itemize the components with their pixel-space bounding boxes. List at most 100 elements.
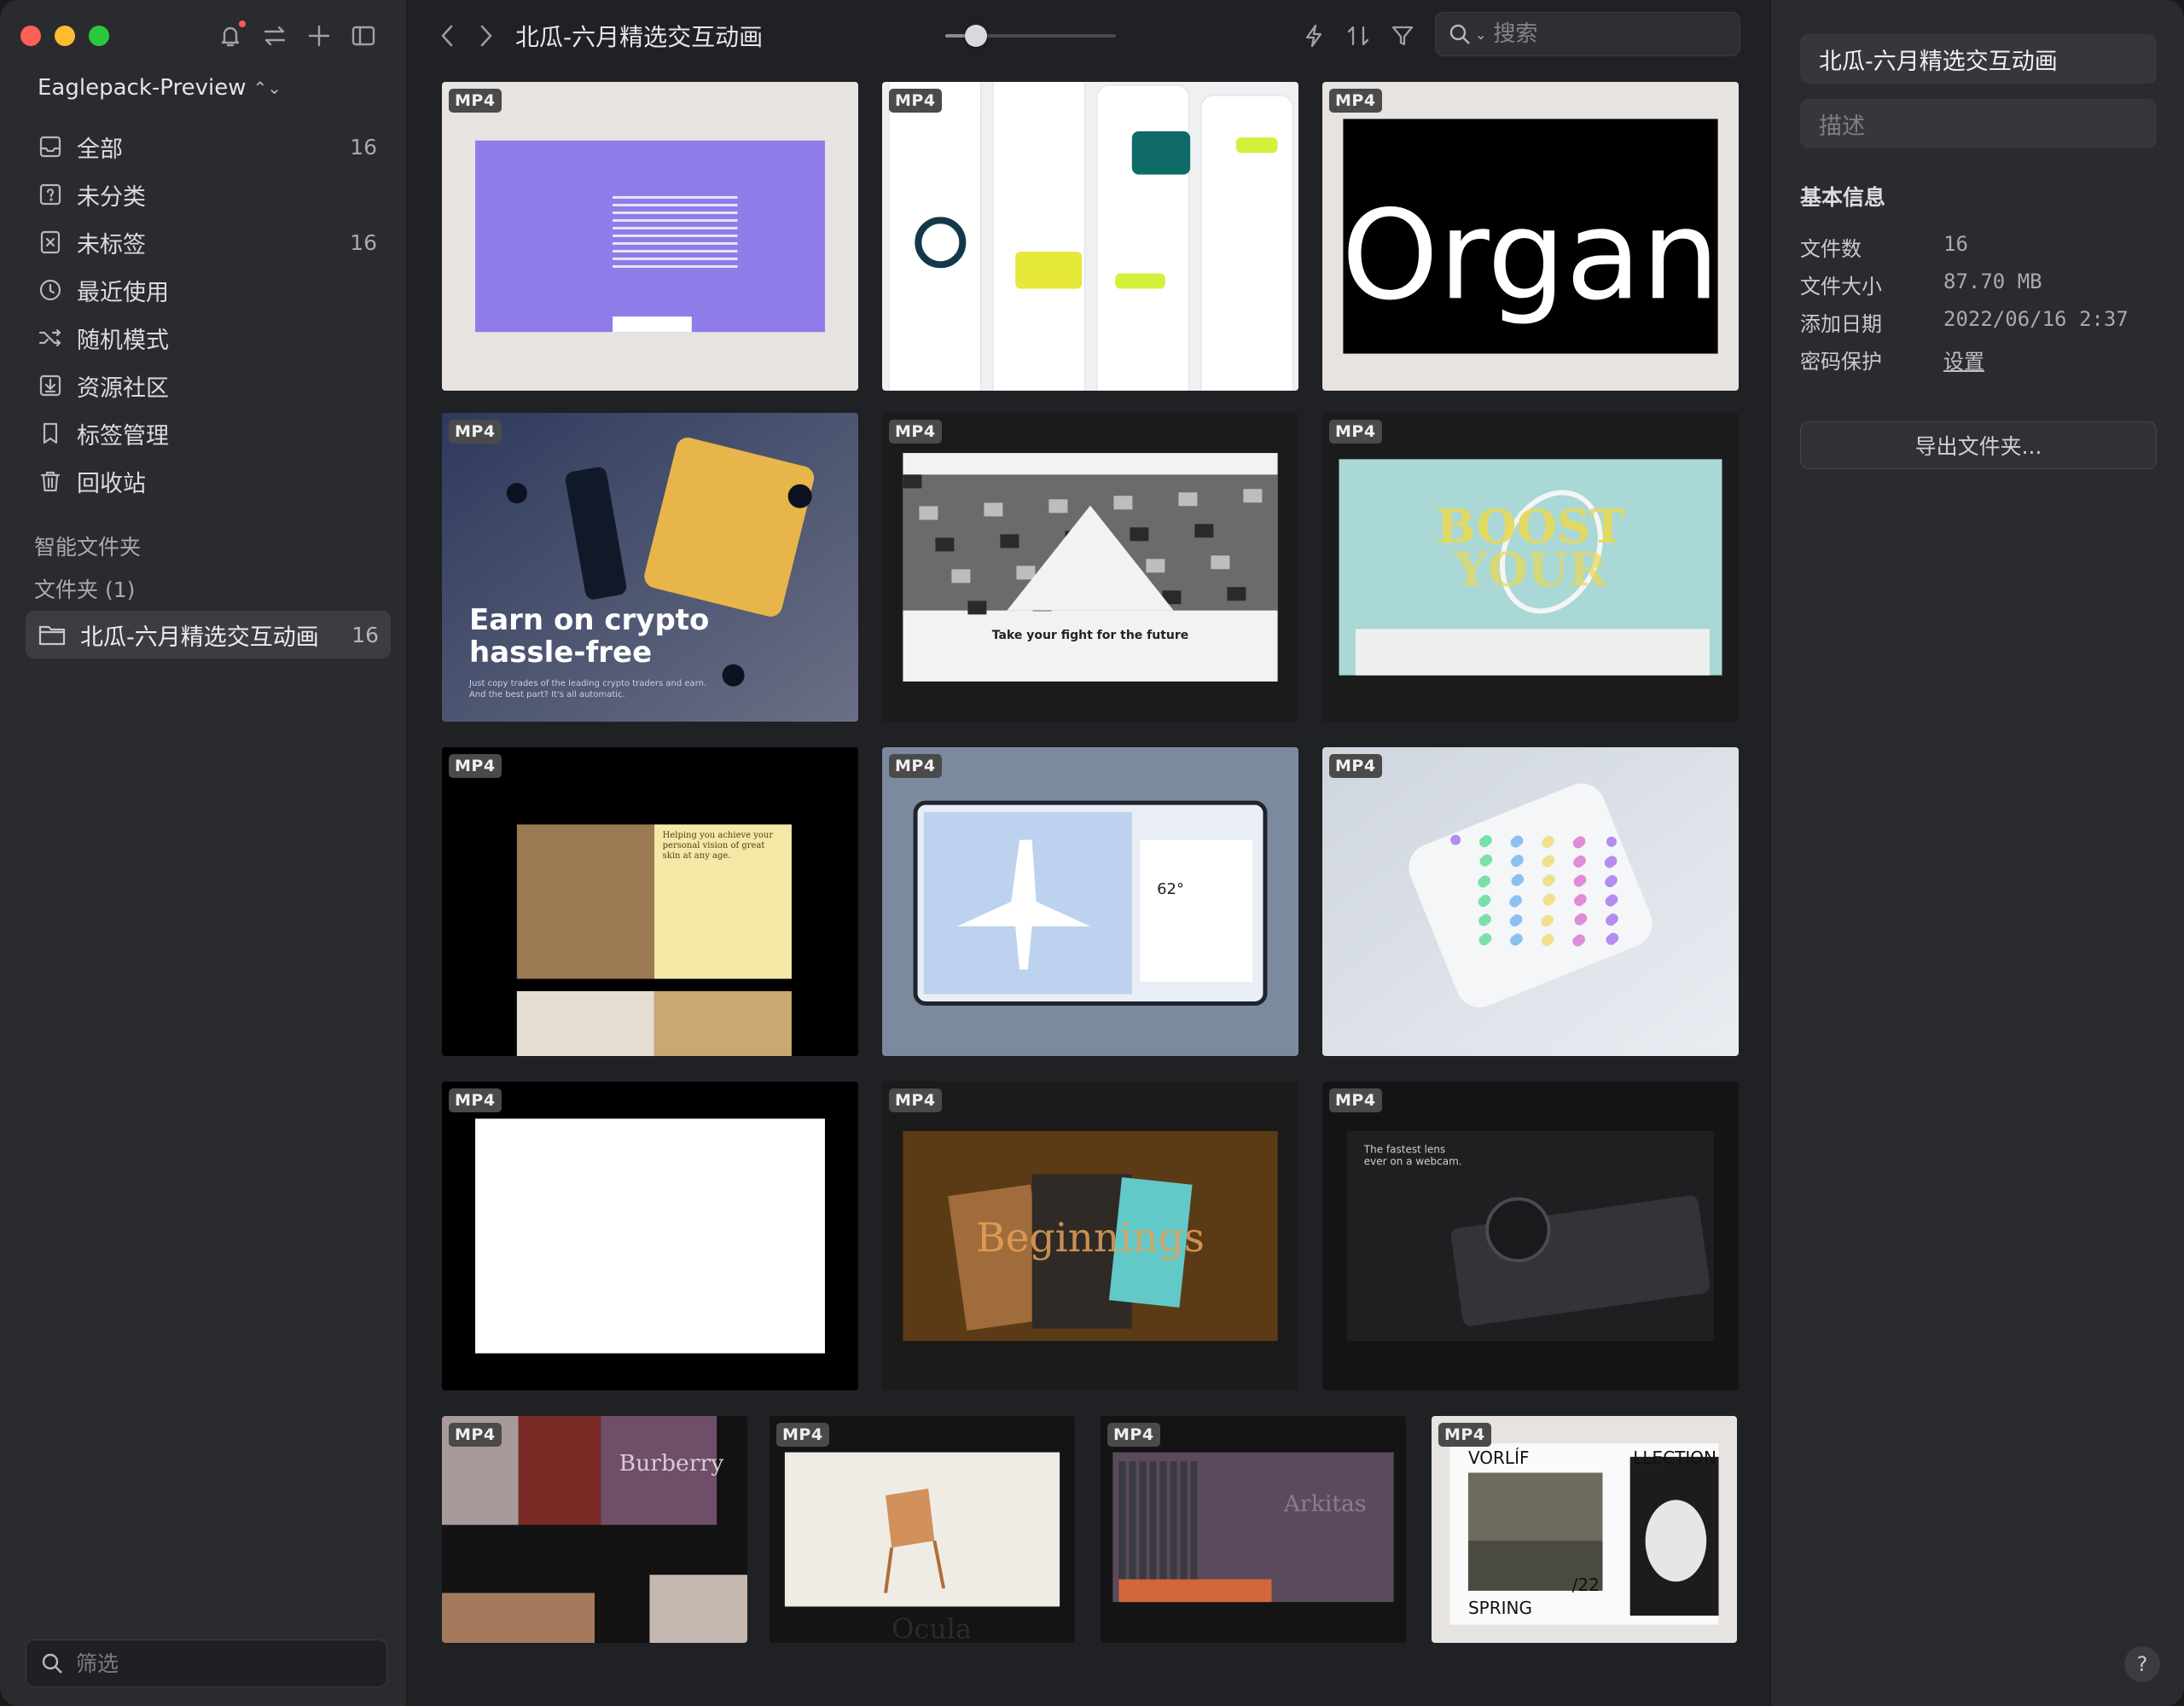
export-folder-button[interactable]: 导出文件夹... xyxy=(1800,421,2157,469)
sidebar-item-label: 资源社区 xyxy=(77,374,169,402)
sidebar-item-0[interactable]: 全部 16 xyxy=(26,123,391,171)
search-field[interactable]: ⌄ xyxy=(1435,12,1740,56)
crypto-subtitle: Just copy trades of the leading crypto t… xyxy=(469,679,707,700)
library-name: Eaglepack-Preview xyxy=(38,75,247,101)
app-window: Eaglepack-Preview ⌃⌄ 全部 16 未分类 未标签 16 最近使用随机模… xyxy=(0,0,2184,1706)
thumbnail-vorlif[interactable]: MP4 VORLÍF LLECTION SPRING/22 xyxy=(1432,1416,1737,1643)
filter-input[interactable] xyxy=(76,1651,332,1676)
thumbnail-burberry[interactable]: Burberry MP4 xyxy=(442,1416,747,1643)
window-controls xyxy=(20,26,109,46)
file-type-badge: MP4 xyxy=(1107,1423,1160,1447)
sync-button[interactable] xyxy=(261,19,288,53)
bookmark-icon xyxy=(43,422,58,444)
filter-field[interactable] xyxy=(26,1639,387,1687)
thumbnail-tennis[interactable]: BOOST YOUR MP4 xyxy=(1322,413,1739,722)
thumbnail-blank-white[interactable]: MP4 xyxy=(442,1082,858,1390)
notifications-button[interactable] xyxy=(217,19,246,53)
fight-caption: Take your fight for the future xyxy=(991,629,1189,643)
password-setup-link[interactable]: 设置 xyxy=(1943,345,1984,374)
sidebar-item-count: 16 xyxy=(350,134,377,160)
zoom-window-button[interactable] xyxy=(89,26,109,46)
sidebar-item-7[interactable]: 回收站 xyxy=(26,457,391,505)
thumbnail-phone-beads[interactable]: MP4 xyxy=(1322,747,1739,1056)
file-type-badge: MP4 xyxy=(889,754,942,778)
thumbnail-crypto[interactable]: MP4 Earn on crypto hassle-free Just copy tr… xyxy=(442,413,858,722)
thumbnail-chair[interactable]: Ocula MP4 xyxy=(770,1416,1075,1643)
thumbnail-airplane[interactable]: MP4 62° xyxy=(882,747,1298,1056)
file-type-badge: MP4 xyxy=(449,89,502,113)
thumbnail-image xyxy=(442,82,858,391)
thumbnail-size-slider[interactable] xyxy=(945,25,1116,47)
sidebar-item-1[interactable]: 未分类 xyxy=(26,171,391,218)
back-button[interactable] xyxy=(433,20,461,51)
file-type-badge: MP4 xyxy=(449,1088,502,1112)
thumbnail-finance-app[interactable]: MP4 xyxy=(882,82,1298,391)
slider-knob[interactable] xyxy=(965,25,987,47)
thumbnail-image xyxy=(442,1082,858,1390)
thumbnail-image: Ocula xyxy=(770,1416,1075,1643)
sidebar-item-label: 最近使用 xyxy=(77,279,169,306)
filter-button[interactable] xyxy=(1387,19,1418,53)
svg-text:The fastest lens: The fastest lens xyxy=(1363,1143,1445,1155)
thumbnail-organic-type[interactable]: Organ MP4 xyxy=(1322,82,1739,391)
notification-badge xyxy=(239,20,246,27)
sidebar-item-6[interactable]: 标签管理 xyxy=(26,409,391,457)
help-button[interactable]: ? xyxy=(2124,1646,2160,1682)
chevron-right-icon xyxy=(480,25,492,47)
untagged-icon xyxy=(40,230,61,254)
description-field[interactable]: 描述 xyxy=(1800,99,2157,148)
info-row-file-size: 文件大小 87.70 MB xyxy=(1800,270,2158,299)
info-key: 密码保护 xyxy=(1800,350,1882,374)
folder-name-field[interactable]: 北瓜-六月精选交互动画 xyxy=(1800,34,2157,84)
toggle-sidebar-button[interactable] xyxy=(350,19,377,53)
info-value: 16 xyxy=(1943,232,1968,256)
vorlif-title: VORLÍF xyxy=(1467,1448,1530,1469)
sidebar-item-4[interactable]: 随机模式 xyxy=(26,314,391,362)
thumbnail-webcam[interactable]: The fastest lens ever on a webcam. MP4 xyxy=(1322,1082,1739,1390)
file-type-badge: MP4 xyxy=(889,1088,942,1112)
skincare-caption: Helping you achieve your personal vision… xyxy=(662,830,774,861)
thumbnail-skincare[interactable]: MP4 Helping you achieve your personal vis… xyxy=(442,747,858,1056)
info-value: 2022/06/16 2:37 xyxy=(1943,307,2129,331)
file-type-badge: MP4 xyxy=(449,1423,502,1447)
info-key: 添加日期 xyxy=(1800,312,1882,336)
sidebar-item-5[interactable]: 资源社区 xyxy=(26,362,391,409)
sidebar-item-2[interactable]: 未标签 16 xyxy=(26,218,391,266)
svg-text:Burberry: Burberry xyxy=(619,1450,724,1477)
file-type-badge: MP4 xyxy=(776,1423,829,1447)
sidebar-item-3[interactable]: 最近使用 xyxy=(26,266,391,314)
library-switcher[interactable]: Eaglepack-Preview ⌃⌄ xyxy=(38,75,282,101)
thumbnail-image xyxy=(882,413,1298,722)
weather-temp: 62° xyxy=(1157,879,1184,898)
minimize-window-button[interactable] xyxy=(55,26,75,46)
sidebar-toolbar xyxy=(217,19,377,53)
file-type-badge: MP4 xyxy=(1329,754,1382,778)
smart-folders-heading[interactable]: 智能文件夹 xyxy=(34,531,141,561)
forward-button[interactable] xyxy=(473,20,500,51)
info-key: 文件大小 xyxy=(1800,275,1882,299)
thumbnail-fight[interactable]: MP4 Take your fight for the future xyxy=(882,413,1298,722)
thumbnail-arkitas[interactable]: Arkitas MP4 xyxy=(1101,1416,1406,1643)
thumbnail-image: Beginnings xyxy=(882,1082,1298,1390)
sidebar-folder-active[interactable]: 北瓜-六月精选交互动画 16 xyxy=(26,611,391,659)
close-window-button[interactable] xyxy=(20,26,41,46)
chevron-down-icon[interactable]: ⌄ xyxy=(1475,26,1486,43)
search-input[interactable] xyxy=(1493,21,1707,47)
thumbnail-image: BOOSTYOUR xyxy=(1322,413,1739,722)
trash-icon xyxy=(40,471,61,492)
folder-title: 北瓜-六月精选交互动画 xyxy=(515,23,764,51)
chevron-left-icon xyxy=(441,25,453,47)
file-type-badge: MP4 xyxy=(889,89,942,113)
sort-button[interactable] xyxy=(1343,19,1374,53)
add-button[interactable] xyxy=(305,19,333,53)
folders-heading[interactable]: 文件夹 (1) xyxy=(34,573,135,604)
vorlif-collection: LLECTION xyxy=(1633,1448,1716,1469)
download-box-icon xyxy=(39,374,61,397)
thumbnail-image: Arkitas xyxy=(1101,1416,1406,1643)
funnel-icon xyxy=(1391,26,1414,46)
info-value: 87.70 MB xyxy=(1943,270,2042,293)
thumbnail-image xyxy=(1322,747,1739,1056)
thumbnail-purple-slide[interactable]: MP4 xyxy=(442,82,858,391)
thumbnail-beginnings[interactable]: Beginnings MP4 xyxy=(882,1082,1298,1390)
quick-action-button[interactable] xyxy=(1298,19,1329,53)
